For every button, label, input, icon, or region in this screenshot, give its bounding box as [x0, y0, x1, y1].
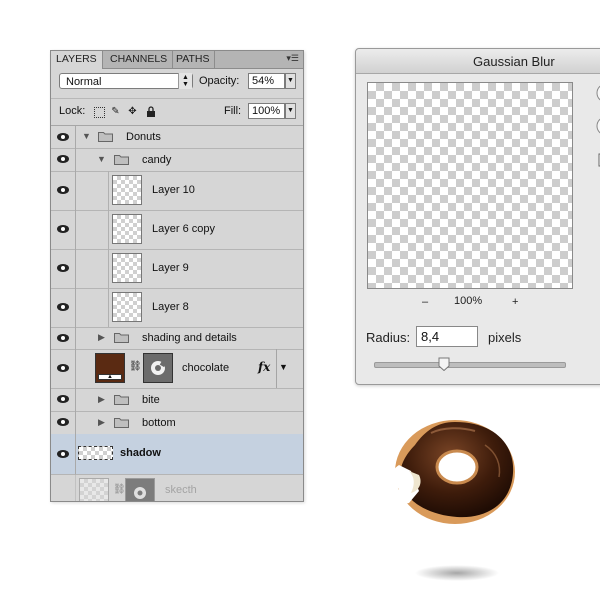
fill-label: Fill:: [224, 105, 242, 117]
ok-button[interactable]: [594, 83, 600, 103]
fill-dropdown-icon[interactable]: ▼: [285, 103, 296, 119]
fx-icon[interactable]: fx: [258, 360, 270, 374]
updown-arrows-icon: ▲ ▼: [178, 73, 192, 89]
eye-icon[interactable]: [56, 261, 70, 275]
expand-triangle-icon[interactable]: ▼: [97, 154, 106, 164]
move-icon[interactable]: ✥: [127, 106, 138, 117]
layer-thumbnail: [112, 214, 142, 244]
tab-paths[interactable]: PATHS: [171, 51, 216, 68]
blend-mode-select[interactable]: Normal ▲ ▼: [59, 73, 193, 89]
layer-row-skecth[interactable]: ⛓ skecth: [51, 474, 303, 501]
layer-row-layer-6-copy[interactable]: Layer 6 copy: [51, 210, 303, 250]
eye-icon[interactable]: [56, 152, 70, 166]
folder-icon: [114, 418, 129, 428]
zoom-level: 100%: [454, 295, 483, 307]
layer-row-layer-9[interactable]: Layer 9: [51, 249, 303, 289]
collapsed-triangle-icon[interactable]: ▶: [98, 332, 105, 343]
layer-name: shadow: [120, 447, 161, 459]
eye-icon[interactable]: [56, 183, 70, 197]
radius-slider-track[interactable]: [374, 362, 566, 368]
layer-name: Donuts: [126, 131, 161, 143]
blend-mode-value: Normal: [66, 76, 102, 88]
layer-mask-thumbnail: [125, 478, 155, 501]
eye-icon[interactable]: [56, 447, 70, 461]
opacity-dropdown-icon[interactable]: ▼: [285, 73, 296, 89]
layer-row-shadow[interactable]: shadow: [51, 434, 303, 475]
layer-name: bite: [142, 394, 160, 406]
layer-name: candy: [142, 154, 172, 166]
radius-slider-thumb[interactable]: [438, 357, 450, 371]
padlock-icon[interactable]: [145, 106, 156, 117]
layer-name: Layer 9: [152, 262, 189, 274]
eye-icon[interactable]: [56, 415, 70, 429]
blur-preview[interactable]: [367, 82, 573, 289]
layer-name: Layer 10: [152, 184, 195, 196]
radius-unit: pixels: [488, 330, 522, 345]
color-fill-thumbnail: ▲: [95, 353, 125, 383]
folder-icon: [98, 132, 113, 142]
opacity-label: Opacity:: [199, 75, 240, 87]
lock-transparent-pixels-icon[interactable]: [94, 107, 105, 118]
expand-triangle-icon[interactable]: ▼: [82, 131, 91, 141]
layer-row-shading-and-details[interactable]: ▶ shading and details: [51, 327, 303, 350]
eye-icon[interactable]: [56, 392, 70, 406]
layer-name: skecth: [165, 484, 197, 496]
layer-row-layer-8[interactable]: Layer 8: [51, 288, 303, 328]
opacity-field[interactable]: 54%: [248, 73, 285, 89]
fill-field[interactable]: 100%: [248, 103, 285, 119]
chain-link-icon: ⛓: [113, 484, 126, 495]
layer-thumbnail: [112, 175, 142, 205]
cancel-button[interactable]: [594, 116, 600, 136]
layer-name: bottom: [142, 417, 176, 429]
layers-panel: LAYERS CHANNELS PATHS ▾☰ Normal ▲ ▼ Opaci…: [50, 50, 304, 502]
lock-label: Lock:: [59, 105, 86, 117]
radius-input[interactable]: 8,4: [416, 326, 478, 347]
folder-icon: [114, 333, 129, 343]
brush-icon[interactable]: ✎: [110, 106, 121, 117]
layer-row-bottom[interactable]: ▶ bottom: [51, 411, 303, 435]
tab-channels[interactable]: CHANNELS: [105, 51, 174, 68]
donut-illustration: [392, 420, 515, 581]
collapsed-triangle-icon[interactable]: ▶: [98, 394, 105, 405]
zoom-out-button[interactable]: –: [422, 296, 428, 308]
layer-name: Layer 8: [152, 301, 189, 313]
panel-menu-icon[interactable]: ▾☰: [286, 53, 299, 64]
layer-thumbnail: [78, 446, 113, 460]
layer-row-bite[interactable]: ▶ bite: [51, 388, 303, 412]
tab-layers[interactable]: LAYERS: [51, 51, 103, 69]
folder-icon: [114, 395, 129, 405]
eye-icon[interactable]: [56, 331, 70, 345]
eye-icon[interactable]: [56, 361, 70, 375]
chain-link-icon[interactable]: ⛓: [129, 361, 142, 372]
layer-name: chocolate: [182, 362, 230, 374]
layer-thumbnail: [112, 292, 142, 322]
layer-row-candy[interactable]: ▼ candy: [51, 148, 303, 172]
layer-name: shading and details: [142, 332, 237, 344]
layer-row-layer-10[interactable]: Layer 10: [51, 171, 303, 211]
radius-label: Radius:: [366, 330, 411, 345]
layer-thumbnail: [79, 478, 109, 501]
layer-thumbnail: [112, 253, 142, 283]
layer-name: Layer 6 copy: [152, 223, 215, 235]
eye-icon[interactable]: [56, 300, 70, 314]
layer-mask-thumbnail[interactable]: [143, 353, 173, 383]
collapsed-triangle-icon[interactable]: ▶: [98, 417, 105, 428]
donut-shadow: [415, 565, 499, 581]
panel-tabs: LAYERS CHANNELS PATHS ▾☰: [51, 51, 303, 69]
layer-row-donuts[interactable]: ▼ Donuts: [51, 126, 303, 149]
eye-icon[interactable]: [56, 222, 70, 236]
fx-expand-arrow-icon[interactable]: ▼: [279, 362, 288, 372]
donut-hole: [435, 449, 479, 485]
dialog-titlebar[interactable]: Gaussian Blur: [356, 49, 600, 74]
zoom-in-button[interactable]: +: [512, 296, 518, 308]
layers-list: ▼ Donuts ▼ candy Layer 10 Layer 6 copy L…: [51, 125, 303, 501]
folder-icon: [114, 155, 129, 165]
layer-row-chocolate[interactable]: ▲ ⛓ chocolate fx ▼: [51, 349, 303, 389]
eye-icon[interactable]: [56, 130, 70, 144]
dialog-title: Gaussian Blur: [473, 54, 555, 69]
gaussian-blur-dialog: Gaussian Blur – 100% + Radius: 8,4 pixel…: [355, 48, 600, 385]
